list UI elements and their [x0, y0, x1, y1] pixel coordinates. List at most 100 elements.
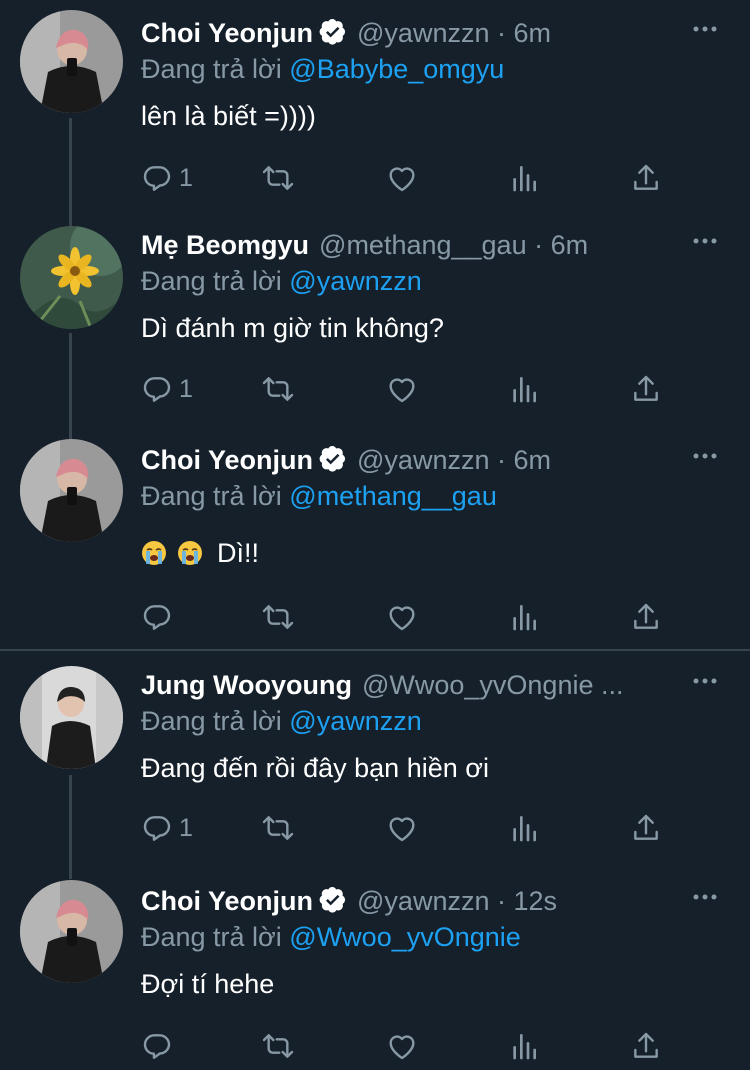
- analytics-icon: [513, 377, 536, 403]
- divider: [0, 649, 750, 651]
- display-name[interactable]: Choi Yeonjun: [141, 886, 313, 916]
- reply-icon: [143, 605, 171, 630]
- retweet-icon: [262, 166, 294, 190]
- replying-to-label: Đang trả lời: [141, 706, 282, 736]
- handle-and-time[interactable]: @yawnzzn · 6m: [357, 445, 551, 475]
- replying-to-label: Đang trả lời: [141, 922, 282, 952]
- tweet-text: Đợi tí hehe: [141, 969, 275, 999]
- reply-icon: [143, 166, 171, 191]
- avatar[interactable]: [20, 880, 123, 983]
- tweet-text-row: Dì!!: [141, 535, 259, 571]
- analytics-button[interactable]: [508, 160, 540, 196]
- tweet[interactable]: Choi Yeonjun @yawnzzn · 6m Đang trả lời @…: [0, 427, 750, 647]
- replying-to-label: Đang trả lời: [141, 54, 282, 84]
- analytics-icon: [513, 1034, 536, 1060]
- tweet-actions: 1: [0, 371, 750, 407]
- replying-to: Đang trả lời @methang__gau: [141, 479, 497, 513]
- share-icon: [634, 814, 658, 840]
- more-icon[interactable]: [690, 666, 720, 696]
- handle-and-time[interactable]: @yawnzzn · 12s: [357, 886, 557, 916]
- replying-to-label: Đang trả lời: [141, 266, 282, 296]
- tweet-text: Dì đánh m giờ tin không?: [141, 313, 444, 343]
- analytics-button[interactable]: [508, 371, 540, 407]
- reply-icon: [143, 1034, 171, 1059]
- like-button[interactable]: [386, 160, 418, 196]
- like-icon: [389, 817, 415, 842]
- retweet-icon: [262, 1034, 294, 1058]
- reply-count: 1: [179, 374, 193, 403]
- share-icon: [634, 164, 658, 190]
- reply-button[interactable]: 1: [141, 371, 193, 407]
- analytics-button[interactable]: [508, 810, 540, 846]
- more-icon[interactable]: [690, 441, 720, 471]
- replying-to: Đang trả lời @Babybe_omgyu: [141, 52, 504, 86]
- tweet[interactable]: Choi Yeonjun @yawnzzn · 12s Đang trả lời …: [0, 868, 750, 1070]
- more-icon[interactable]: [690, 882, 720, 912]
- analytics-button[interactable]: [508, 599, 540, 635]
- like-icon: [389, 378, 415, 403]
- handle-and-time[interactable]: @yawnzzn · 6m: [357, 18, 551, 48]
- tweet-text: Đang đến rồi đây bạn hiền ơi: [141, 753, 489, 783]
- retweet-button[interactable]: [262, 599, 294, 635]
- display-name[interactable]: Choi Yeonjun: [141, 18, 313, 48]
- verified-badge-icon: [319, 887, 346, 913]
- avatar[interactable]: [20, 666, 123, 769]
- like-icon: [389, 167, 415, 192]
- handle-and-time[interactable]: @methang__gau · 6m: [319, 230, 588, 260]
- share-icon: [634, 603, 658, 629]
- tweet-actions: [0, 1028, 750, 1064]
- reply-count: 1: [179, 163, 193, 192]
- replying-to-label: Đang trả lời: [141, 481, 282, 511]
- like-button[interactable]: [386, 1028, 418, 1064]
- like-button[interactable]: [386, 599, 418, 635]
- tweet-actions: [0, 599, 750, 635]
- analytics-icon: [513, 166, 536, 192]
- analytics-button[interactable]: [508, 1028, 540, 1064]
- mention-link[interactable]: @Babybe_omgyu: [289, 54, 504, 84]
- analytics-icon: [513, 605, 536, 631]
- more-icon[interactable]: [690, 226, 720, 256]
- mention-link[interactable]: @yawnzzn: [289, 706, 421, 736]
- reply-icon: [143, 816, 171, 841]
- tweet[interactable]: Jung Wooyoung @Wwoo_yvOngnie ... Đang trả…: [0, 652, 750, 864]
- like-button[interactable]: [386, 371, 418, 407]
- share-button[interactable]: [630, 160, 662, 196]
- tweet[interactable]: Choi Yeonjun @yawnzzn · 6m Đang trả lời @…: [0, 0, 750, 210]
- reply-button[interactable]: [141, 1028, 179, 1064]
- reply-button[interactable]: 1: [141, 810, 193, 846]
- share-button[interactable]: [630, 1028, 662, 1064]
- retweet-button[interactable]: [262, 1028, 294, 1064]
- display-name[interactable]: Jung Wooyoung: [141, 670, 352, 700]
- like-button[interactable]: [386, 810, 418, 846]
- share-button[interactable]: [630, 810, 662, 846]
- more-icon[interactable]: [690, 14, 720, 44]
- share-button[interactable]: [630, 599, 662, 635]
- tweet[interactable]: Mẹ Beomgyu @methang__gau · 6m Đang trả lờ…: [0, 212, 750, 424]
- tweet-text: lên là biết =)))): [141, 101, 316, 131]
- like-icon: [389, 606, 415, 631]
- display-name[interactable]: Choi Yeonjun: [141, 445, 313, 475]
- retweet-button[interactable]: [262, 160, 294, 196]
- reply-button[interactable]: 1: [141, 160, 193, 196]
- tweet-actions: 1: [0, 160, 750, 196]
- retweet-button[interactable]: [262, 810, 294, 846]
- retweet-button[interactable]: [262, 371, 294, 407]
- share-icon: [634, 375, 658, 401]
- avatar[interactable]: [20, 226, 123, 329]
- share-icon: [634, 1032, 658, 1058]
- mention-link[interactable]: @Wwoo_yvOngnie: [289, 922, 521, 952]
- retweet-icon: [262, 816, 294, 840]
- replying-to: Đang trả lời @yawnzzn: [141, 704, 422, 738]
- mention-link[interactable]: @methang__gau: [289, 481, 497, 511]
- reply-button[interactable]: [141, 599, 179, 635]
- handle-and-time[interactable]: @Wwoo_yvOngnie ...: [362, 670, 624, 700]
- share-button[interactable]: [630, 371, 662, 407]
- tweet-text: Dì!!: [217, 538, 260, 568]
- avatar[interactable]: [20, 10, 123, 113]
- mention-link[interactable]: @yawnzzn: [289, 266, 421, 296]
- display-name[interactable]: Mẹ Beomgyu: [141, 230, 309, 260]
- retweet-icon: [262, 377, 294, 401]
- tweet-actions: 1: [0, 810, 750, 846]
- replying-to: Đang trả lời @yawnzzn: [141, 264, 422, 298]
- avatar[interactable]: [20, 439, 123, 542]
